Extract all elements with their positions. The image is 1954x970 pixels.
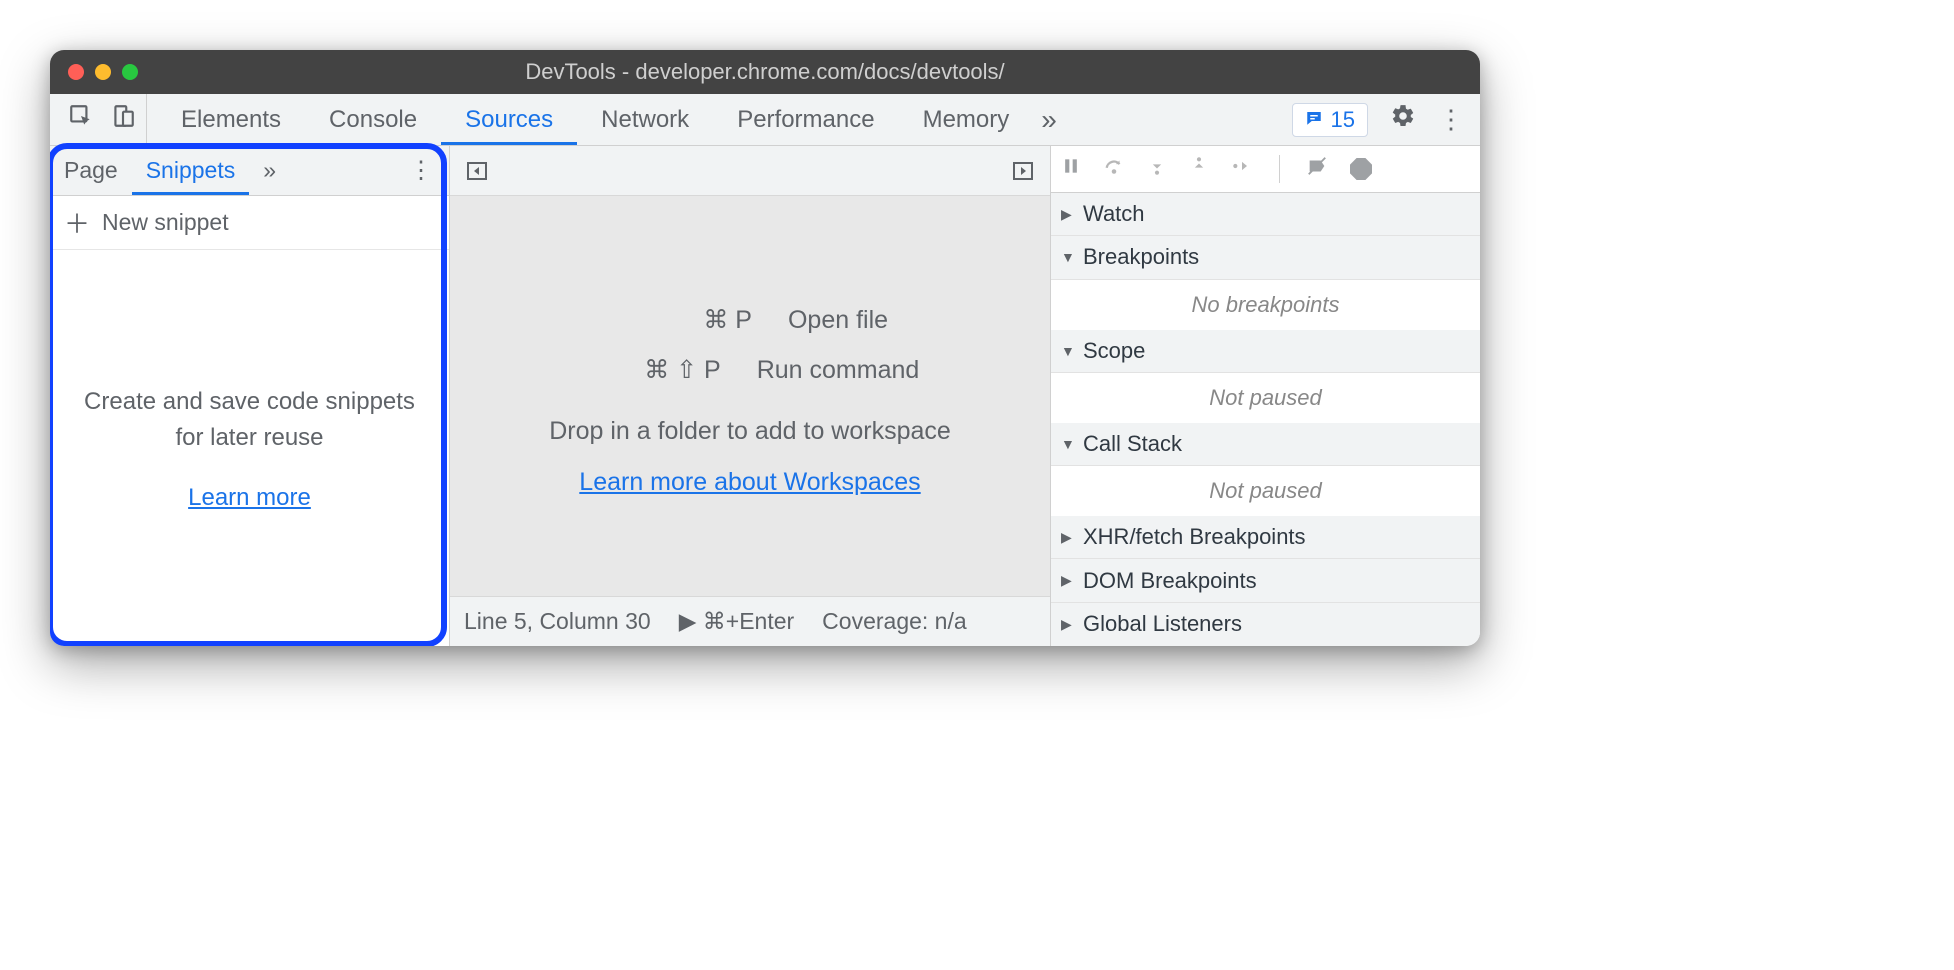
navigator-tab-snippets[interactable]: Snippets	[132, 146, 250, 195]
workspaces-learn-more-link[interactable]: Learn more about Workspaces	[579, 468, 920, 497]
navigator-more-tabs[interactable]: »	[249, 146, 290, 195]
section-label: Global Listeners	[1083, 611, 1242, 637]
breakpoints-body: No breakpoints	[1051, 280, 1480, 330]
pause-icon[interactable]	[1061, 156, 1081, 182]
editor-empty-state: ⌘ P Open file ⌘ ⇧ P Run command Drop in …	[450, 196, 1050, 596]
run-hint: ▶ ⌘+Enter	[679, 608, 794, 635]
hide-navigator-icon[interactable]	[464, 158, 490, 184]
close-window-button[interactable]	[68, 64, 84, 80]
triangle-right-icon: ▶	[1061, 572, 1077, 589]
window-controls	[50, 64, 138, 80]
navigator-pane: Page Snippets » ⋮ ＋ New snippet Create a…	[50, 146, 450, 646]
navigator-options-icon[interactable]: ⋮	[393, 156, 449, 185]
section-dom-breakpoints[interactable]: ▶ DOM Breakpoints	[1051, 559, 1480, 602]
coverage-status: Coverage: n/a	[822, 608, 966, 635]
triangle-right-icon: ▶	[1061, 206, 1077, 223]
scope-body: Not paused	[1051, 373, 1480, 423]
workspace-drop-hint: Drop in a folder to add to workspace	[549, 417, 951, 446]
section-scope[interactable]: ▼ Scope	[1051, 330, 1480, 373]
pause-on-exceptions-icon[interactable]	[1350, 158, 1372, 180]
triangle-right-icon: ▶	[1061, 616, 1077, 633]
titlebar: DevTools - developer.chrome.com/docs/dev…	[50, 50, 1480, 94]
tab-elements[interactable]: Elements	[157, 94, 305, 145]
plus-icon: ＋	[64, 204, 90, 241]
section-label: Watch	[1083, 201, 1145, 227]
section-xhr-breakpoints[interactable]: ▶ XHR/fetch Breakpoints	[1051, 516, 1480, 559]
step-over-icon[interactable]	[1103, 155, 1125, 183]
tab-network[interactable]: Network	[577, 94, 713, 145]
triangle-down-icon: ▼	[1061, 436, 1077, 452]
more-tabs-button[interactable]: »	[1033, 104, 1065, 136]
snippets-empty-state: Create and save code snippets for later …	[50, 250, 449, 646]
chat-icon	[1305, 107, 1323, 133]
inspect-element-icon[interactable]	[68, 103, 94, 136]
section-label: DOM Breakpoints	[1083, 568, 1257, 594]
settings-icon[interactable]	[1390, 103, 1416, 136]
minimize-window-button[interactable]	[95, 64, 111, 80]
device-toggle-icon[interactable]	[110, 103, 136, 136]
navigator-tab-page[interactable]: Page	[50, 146, 132, 195]
issues-badge[interactable]: 15	[1292, 103, 1368, 137]
tab-performance[interactable]: Performance	[713, 94, 898, 145]
new-snippet-label: New snippet	[102, 209, 229, 236]
step-out-icon[interactable]	[1189, 155, 1209, 183]
shortcut-keys: ⌘ ⇧ P	[581, 355, 721, 385]
section-global-listeners[interactable]: ▶ Global Listeners	[1051, 603, 1480, 646]
devtools-window: DevTools - developer.chrome.com/docs/dev…	[50, 50, 1480, 646]
section-call-stack[interactable]: ▼ Call Stack	[1051, 423, 1480, 466]
cursor-position: Line 5, Column 30	[464, 608, 651, 635]
hide-debugger-icon[interactable]	[1010, 158, 1036, 184]
triangle-down-icon: ▼	[1061, 343, 1077, 359]
section-label: Scope	[1083, 338, 1145, 364]
shortcut-keys: ⌘ P	[612, 305, 752, 335]
section-label: Breakpoints	[1083, 244, 1199, 270]
shortcut-action: Open file	[788, 306, 888, 335]
tab-sources[interactable]: Sources	[441, 94, 577, 145]
step-into-icon[interactable]	[1147, 155, 1167, 183]
more-options-icon[interactable]: ⋮	[1438, 104, 1464, 135]
tab-memory[interactable]: Memory	[899, 94, 1034, 145]
new-snippet-button[interactable]: ＋ New snippet	[50, 196, 449, 250]
main-tabstrip: Elements Console Sources Network Perform…	[50, 94, 1480, 146]
triangle-down-icon: ▼	[1061, 249, 1077, 265]
toolbar-divider	[1279, 155, 1280, 183]
tab-console[interactable]: Console	[305, 94, 441, 145]
window-title: DevTools - developer.chrome.com/docs/dev…	[50, 59, 1480, 85]
section-breakpoints[interactable]: ▼ Breakpoints	[1051, 236, 1480, 279]
editor-status-bar: Line 5, Column 30 ▶ ⌘+Enter Coverage: n/…	[450, 596, 1050, 646]
step-icon[interactable]	[1231, 156, 1253, 182]
deactivate-breakpoints-icon[interactable]	[1306, 155, 1328, 183]
debugger-toolbar	[1051, 146, 1480, 193]
zoom-window-button[interactable]	[122, 64, 138, 80]
triangle-right-icon: ▶	[1061, 529, 1077, 546]
editor-pane: ⌘ P Open file ⌘ ⇧ P Run command Drop in …	[450, 146, 1050, 646]
snippets-learn-more-link[interactable]: Learn more	[188, 484, 311, 512]
issues-count: 15	[1331, 107, 1355, 133]
section-label: Call Stack	[1083, 431, 1182, 457]
section-watch[interactable]: ▶ Watch	[1051, 193, 1480, 236]
shortcut-action: Run command	[757, 356, 920, 385]
callstack-body: Not paused	[1051, 466, 1480, 516]
empty-text: Create and save code snippets for later …	[80, 384, 419, 456]
section-label: XHR/fetch Breakpoints	[1083, 524, 1306, 550]
debugger-pane: ▶ Watch ▼ Breakpoints No breakpoints ▼ S…	[1050, 146, 1480, 646]
